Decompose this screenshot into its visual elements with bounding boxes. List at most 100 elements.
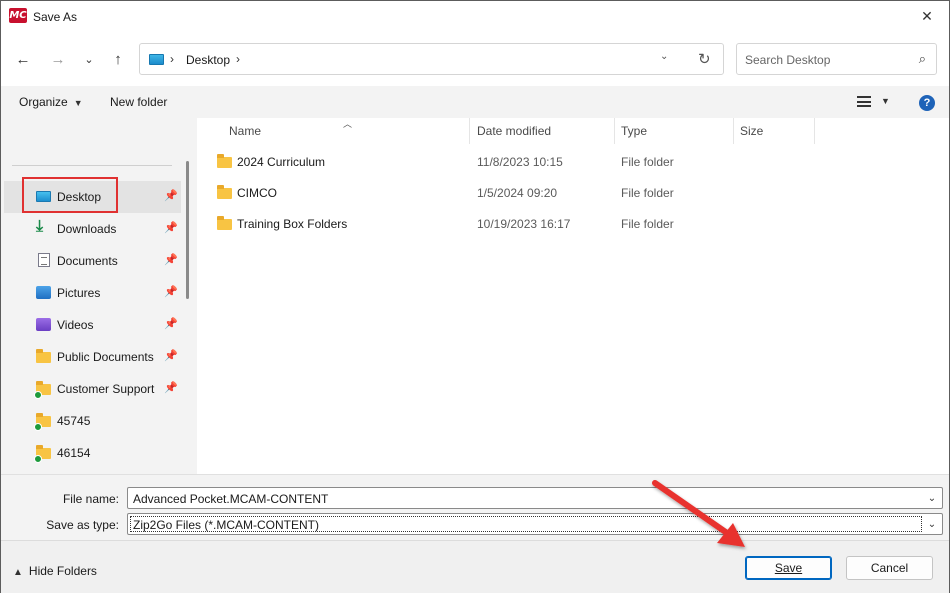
sidebar-item-label: Pictures xyxy=(57,286,101,300)
column-header-label: Type xyxy=(621,124,648,138)
sidebar-divider xyxy=(12,165,172,166)
file-list: Name ︿ Date modified Type Size 2024 Curr… xyxy=(197,118,949,474)
sidebar-item-videos[interactable]: Videos 📌 xyxy=(4,309,181,341)
window-title: Save As xyxy=(33,10,78,24)
table-row[interactable]: Training Box Folders 10/19/2023 16:17 Fi… xyxy=(197,209,949,240)
sidebar-item-label: Customer Support xyxy=(57,382,155,396)
title-bar: MC Save As ✕ xyxy=(1,1,949,32)
column-header-size[interactable]: Size xyxy=(740,118,763,144)
file-date: 1/5/2024 09:20 xyxy=(477,186,558,200)
column-header-name[interactable]: Name xyxy=(229,118,261,144)
forward-button[interactable]: → xyxy=(47,49,69,69)
sidebar-item-documents[interactable]: Documents 📌 xyxy=(4,245,181,277)
file-name: CIMCO xyxy=(237,186,277,200)
hide-folders-label: Hide Folders xyxy=(28,564,97,578)
folder-synced-icon xyxy=(34,445,51,463)
videos-icon xyxy=(36,318,51,331)
save-as-dialog: MC Save As ✕ ← → ⌄ ↑ › Desktop › ⌄ ↻ Sea… xyxy=(0,0,950,593)
file-name-label: File name: xyxy=(62,492,119,506)
file-name-field[interactable]: Advanced Pocket.MCAM-CONTENT ⌄ xyxy=(127,487,943,509)
close-button[interactable]: ✕ xyxy=(915,5,939,27)
sidebar-scrollbar[interactable] xyxy=(186,161,189,299)
address-dropdown-icon[interactable]: ⌄ xyxy=(660,51,668,62)
pin-icon: 📌 xyxy=(164,382,178,394)
sidebar-item-customer-support[interactable]: Customer Support 📌 xyxy=(4,373,181,405)
breadcrumb-desktop[interactable]: Desktop xyxy=(186,53,230,67)
file-type: File folder xyxy=(621,186,674,200)
organize-button[interactable]: Organize ▼ xyxy=(19,95,83,109)
file-name: 2024 Curriculum xyxy=(237,155,326,169)
view-options-icon[interactable] xyxy=(857,96,871,107)
organize-label: Organize xyxy=(19,95,68,109)
save-type-label: Save as type: xyxy=(46,518,119,532)
desktop-icon xyxy=(149,54,164,65)
sidebar-item-45745[interactable]: 45745 xyxy=(4,405,181,437)
save-type-value[interactable]: Zip2Go Files (*.MCAM-CONTENT) xyxy=(133,518,319,532)
file-name: Training Box Folders xyxy=(237,217,348,231)
sidebar-item-label: Downloads xyxy=(57,222,117,236)
address-bar[interactable]: › Desktop › ⌄ ↻ xyxy=(139,43,724,75)
sidebar-item-label: Videos xyxy=(57,318,94,332)
column-header-label: Name xyxy=(229,124,262,138)
hide-folders-button[interactable]: ▲ Hide Folders xyxy=(13,564,97,578)
close-icon: ✕ xyxy=(921,7,933,24)
navigation-bar: ← → ⌄ ↑ › Desktop › ⌄ ↻ Search Desktop ⌕ xyxy=(1,32,949,86)
save-type-select[interactable]: Zip2Go Files (*.MCAM-CONTENT) ⌄ xyxy=(127,513,943,535)
chevron-right-icon[interactable]: › xyxy=(236,52,240,66)
folder-icon xyxy=(217,216,232,230)
pictures-icon xyxy=(36,286,51,299)
pin-icon: 📌 xyxy=(164,318,178,330)
pin-icon: 📌 xyxy=(164,350,178,362)
arrow-right-icon: → xyxy=(50,50,66,68)
column-header-type[interactable]: Type xyxy=(621,118,647,144)
chevron-down-icon[interactable]: ⌄ xyxy=(924,516,940,532)
table-row[interactable]: 2024 Curriculum 11/8/2023 10:15 File fol… xyxy=(197,147,949,178)
sidebar-item-label: Public Documents xyxy=(57,350,154,364)
command-toolbar: Organize ▼ New folder ▼ ? xyxy=(1,86,949,118)
search-input[interactable]: Search Desktop xyxy=(745,53,830,67)
column-divider[interactable] xyxy=(614,118,615,144)
mastercam-app-icon: MC xyxy=(9,8,27,23)
sidebar-item-46154[interactable]: 46154 xyxy=(4,437,181,469)
table-row[interactable]: CIMCO 1/5/2024 09:20 File folder xyxy=(197,178,949,209)
new-folder-button[interactable]: New folder xyxy=(110,95,167,109)
arrow-up-icon: ↑ xyxy=(114,50,122,68)
chevron-down-icon: ⌄ xyxy=(84,53,94,66)
file-date: 10/19/2023 16:17 xyxy=(477,217,571,231)
sidebar-item-label: Documents xyxy=(57,254,118,268)
search-box[interactable]: Search Desktop ⌕ xyxy=(736,43,937,75)
sidebar-item-downloads[interactable]: ⤓ Downloads 📌 xyxy=(4,213,181,245)
search-icon: ⌕ xyxy=(918,51,926,66)
sidebar-item-label: 46154 xyxy=(57,446,91,460)
back-button[interactable]: ← xyxy=(12,49,34,69)
sidebar-item-pictures[interactable]: Pictures 📌 xyxy=(4,277,181,309)
up-button[interactable]: ↑ xyxy=(107,49,129,69)
arrow-left-icon: ← xyxy=(15,50,31,68)
pin-icon: 📌 xyxy=(164,286,178,298)
column-divider[interactable] xyxy=(733,118,734,144)
folder-synced-icon xyxy=(34,381,51,399)
download-icon: ⤓ xyxy=(36,218,44,235)
chevron-up-icon: ▲ xyxy=(13,567,23,578)
help-icon[interactable]: ? xyxy=(919,95,935,111)
save-fields-panel: File name: Advanced Pocket.MCAM-CONTENT … xyxy=(1,474,949,540)
file-type: File folder xyxy=(621,217,674,231)
file-name-value[interactable]: Advanced Pocket.MCAM-CONTENT xyxy=(133,492,328,506)
column-divider[interactable] xyxy=(469,118,470,144)
cancel-button[interactable]: Cancel xyxy=(846,556,933,580)
recent-locations-button[interactable]: ⌄ xyxy=(78,49,100,69)
view-dropdown-icon[interactable]: ▼ xyxy=(881,96,890,106)
pin-icon: 📌 xyxy=(164,254,178,266)
column-header-date[interactable]: Date modified xyxy=(477,118,551,144)
column-header-label: Date modified xyxy=(477,124,552,138)
pin-icon: 📌 xyxy=(164,222,178,234)
sidebar-item-public-documents[interactable]: Public Documents 📌 xyxy=(4,341,181,373)
column-divider[interactable] xyxy=(814,118,815,144)
documents-icon xyxy=(38,253,50,267)
annotation-highlight-box xyxy=(22,177,118,213)
chevron-right-icon[interactable]: › xyxy=(170,52,174,66)
file-date: 11/8/2023 10:15 xyxy=(477,155,563,169)
chevron-down-icon[interactable]: ⌄ xyxy=(924,490,940,506)
refresh-icon[interactable]: ↻ xyxy=(698,50,711,68)
save-button[interactable]: Save xyxy=(745,556,832,580)
